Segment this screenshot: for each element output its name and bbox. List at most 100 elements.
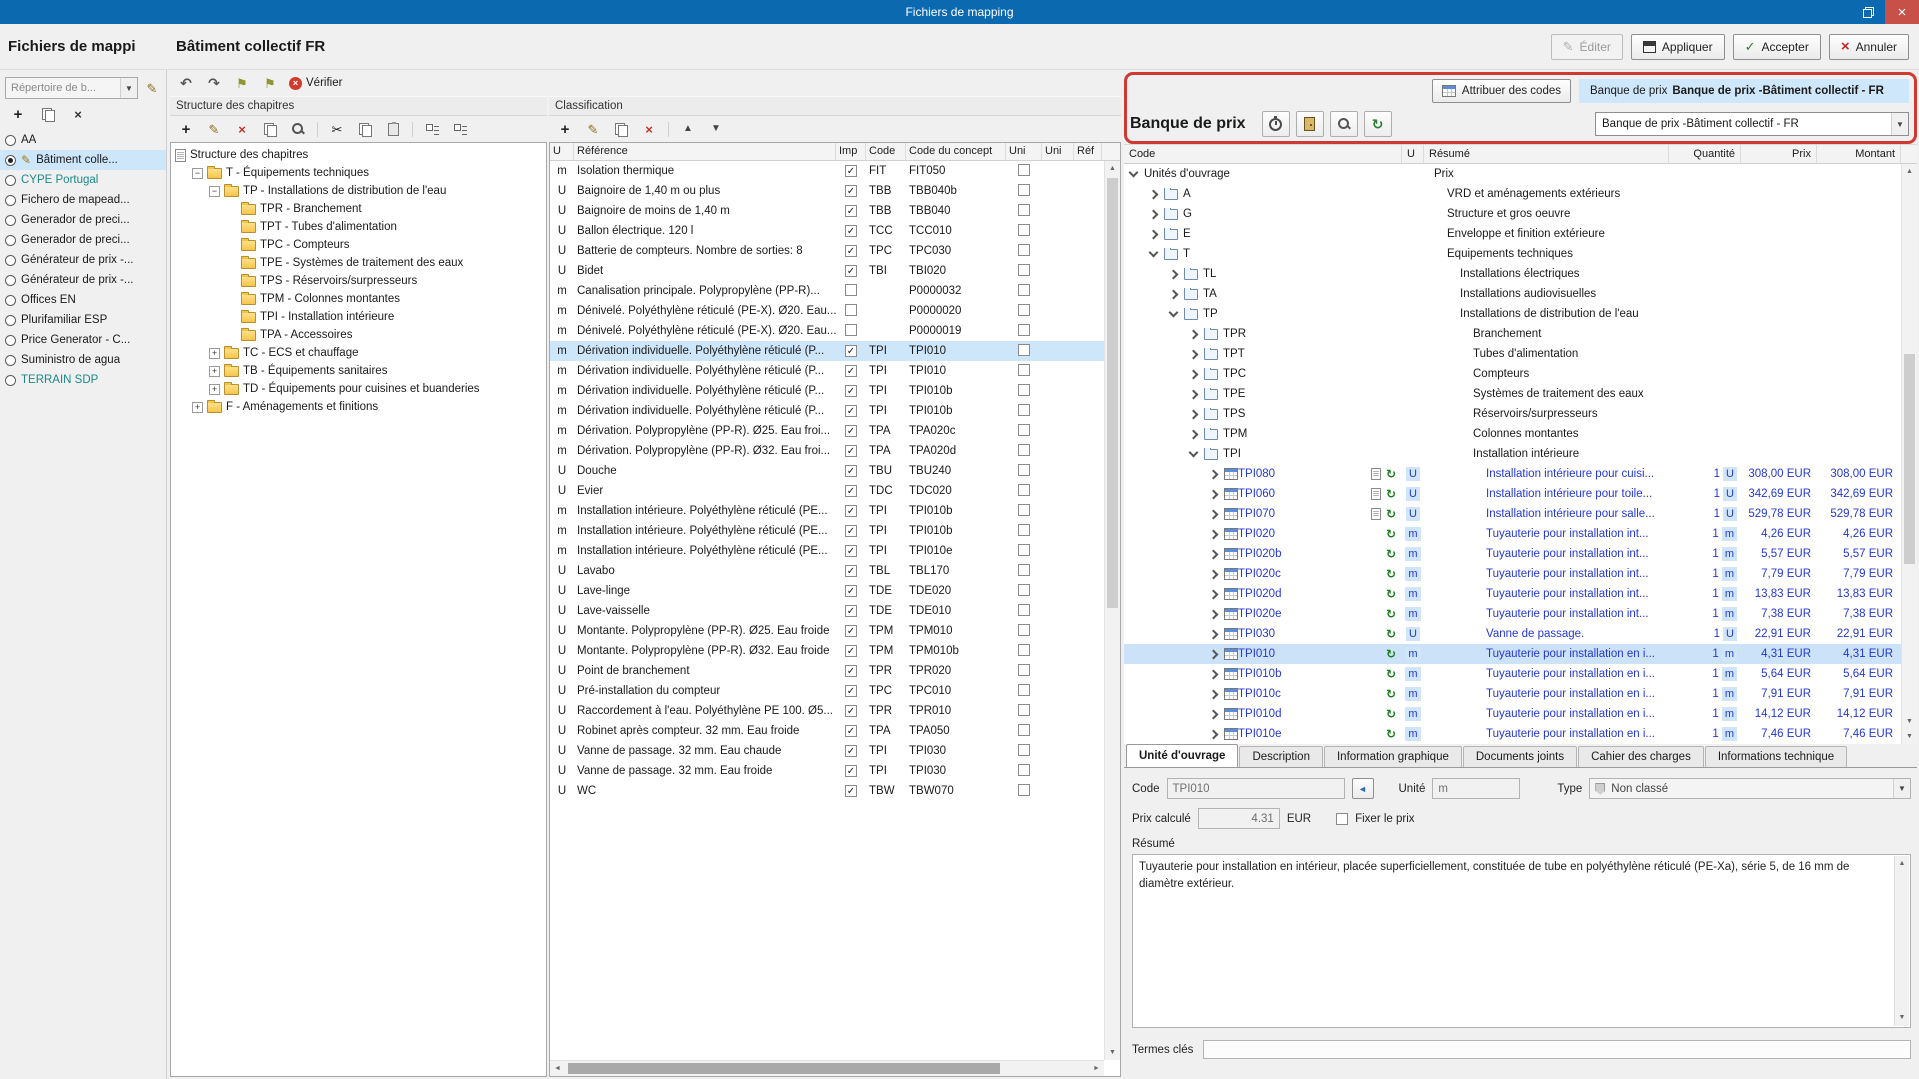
radio-icon[interactable] [5, 215, 16, 226]
uni-checkbox[interactable] [1018, 204, 1030, 216]
expand-toggle-icon[interactable]: + [192, 402, 203, 413]
imp-checkbox[interactable]: ✓ [845, 425, 857, 437]
imp-checkbox[interactable] [845, 324, 857, 336]
uni-checkbox[interactable] [1018, 164, 1030, 176]
radio-icon[interactable] [5, 195, 16, 206]
tree-node[interactable]: TPI - Installation intérieure [171, 308, 546, 326]
imp-checkbox[interactable]: ✓ [845, 625, 857, 637]
imp-checkbox[interactable]: ✓ [845, 505, 857, 517]
chevron-right-icon[interactable] [1209, 469, 1219, 479]
imp-checkbox[interactable]: ✓ [845, 205, 857, 217]
copy-button[interactable] [356, 120, 374, 138]
chevron-right-icon[interactable] [1189, 389, 1199, 399]
radio-icon[interactable] [5, 175, 16, 186]
radio-icon[interactable] [5, 255, 16, 266]
edit-directory-button[interactable]: ✎ [143, 79, 161, 97]
radio-icon[interactable] [5, 355, 16, 366]
price-folder-row[interactable]: TPMColonnes montantes [1124, 424, 1901, 444]
sidebar-item[interactable]: Offices EN [0, 290, 166, 310]
uni-checkbox[interactable] [1018, 264, 1030, 276]
sidebar-item[interactable]: Price Generator - C... [0, 330, 166, 350]
radio-icon[interactable] [5, 235, 16, 246]
classification-row[interactable]: UBatterie de compteurs. Nombre de sortie… [550, 241, 1104, 261]
uni-checkbox[interactable] [1018, 744, 1030, 756]
column-header[interactable]: Quantité [1669, 145, 1741, 163]
horizontal-scrollbar[interactable]: ◄ ► [550, 1060, 1104, 1076]
resume-field[interactable]: Tuyauterie pour installation en intérieu… [1132, 854, 1911, 1028]
scroll-right-arrow[interactable]: ► [1089, 1061, 1104, 1076]
classification-row[interactable]: UWC✓TBWTBW070 [550, 781, 1104, 801]
radio-icon[interactable] [5, 315, 16, 326]
classification-row[interactable]: mInstallation intérieure. Polyéthylène r… [550, 501, 1104, 521]
price-item-row[interactable]: TPI070↻UInstallation intérieure pour sal… [1124, 504, 1901, 524]
uni-checkbox[interactable] [1018, 624, 1030, 636]
classification-row[interactable]: UBaignoire de moins de 1,40 m✓TBBTBB040 [550, 201, 1104, 221]
radio-icon[interactable] [5, 295, 16, 306]
uni-checkbox[interactable] [1018, 564, 1030, 576]
uni-checkbox[interactable] [1018, 584, 1030, 596]
scrollbar-thumb[interactable] [1107, 178, 1118, 608]
imp-checkbox[interactable] [845, 304, 857, 316]
radio-icon[interactable] [5, 375, 16, 386]
classification-row[interactable]: mInstallation intérieure. Polyéthylène r… [550, 521, 1104, 541]
classification-row[interactable]: mCanalisation principale. Polypropylène … [550, 281, 1104, 301]
vertical-scrollbar[interactable]: ▲ ▼ ▼ [1901, 164, 1917, 744]
uni-checkbox[interactable] [1018, 324, 1030, 336]
sidebar-item[interactable]: Generador de preci... [0, 210, 166, 230]
radio-icon[interactable] [5, 135, 16, 146]
edit-chapter-button[interactable]: ✎ [205, 120, 223, 138]
price-folder-row[interactable]: TPCCompteurs [1124, 364, 1901, 384]
imp-checkbox[interactable]: ✓ [845, 705, 857, 717]
imp-checkbox[interactable]: ✓ [845, 365, 857, 377]
uni-checkbox[interactable] [1018, 664, 1030, 676]
imp-checkbox[interactable]: ✓ [845, 545, 857, 557]
price-folder-row[interactable]: TPTTubes d'alimentation [1124, 344, 1901, 364]
price-folder-row[interactable]: Unités d'ouvragePrix [1124, 164, 1901, 184]
uni-checkbox[interactable] [1018, 764, 1030, 776]
scroll-up-arrow[interactable]: ▲ [1902, 164, 1917, 179]
classification-row[interactable]: ULave-linge✓TDETDE020 [550, 581, 1104, 601]
price-folder-row[interactable]: TPRBranchement [1124, 324, 1901, 344]
sidebar-item[interactable]: TERRAIN SDP [0, 370, 166, 390]
detail-tab[interactable]: Unité d'ouvrage [1126, 744, 1238, 767]
chevron-right-icon[interactable] [1209, 709, 1219, 719]
refresh-bank-button[interactable]: ↻ [1364, 111, 1392, 137]
detail-tab[interactable]: Information graphique [1324, 746, 1462, 767]
classification-row[interactable]: UÉvier✓TDCTDC020 [550, 481, 1104, 501]
classification-row[interactable]: UPoint de branchement✓TPRTPR020 [550, 661, 1104, 681]
uni-checkbox[interactable] [1018, 544, 1030, 556]
chevron-right-icon[interactable] [1209, 729, 1219, 739]
price-item-row[interactable]: TPI010c↻mTuyauterie pour installation en… [1124, 684, 1901, 704]
search-chapter-button[interactable] [289, 120, 307, 138]
sidebar-item[interactable]: AA [0, 130, 166, 150]
imp-checkbox[interactable]: ✓ [845, 445, 857, 457]
tree-node[interactable]: TPS - Réservoirs/surpresseurs [171, 272, 546, 290]
imp-checkbox[interactable]: ✓ [845, 665, 857, 677]
assign-codes-button[interactable]: Attribuer des codes [1432, 79, 1571, 103]
price-item-row[interactable]: TPI080↻UInstallation intérieure pour cui… [1124, 464, 1901, 484]
chevron-down-icon[interactable] [1189, 448, 1199, 457]
chevron-down-icon[interactable] [1129, 168, 1139, 177]
delete-row-button[interactable]: × [640, 120, 658, 138]
tree-node[interactable]: −TP - Installations de distribution de l… [171, 182, 546, 200]
restore-button[interactable] [1851, 0, 1885, 24]
uni-checkbox[interactable] [1018, 284, 1030, 296]
fix-price-checkbox[interactable] [1336, 813, 1348, 825]
chevron-right-icon[interactable] [1209, 669, 1219, 679]
search-bank-button[interactable] [1330, 111, 1358, 137]
radio-icon[interactable] [5, 275, 16, 286]
expand-toggle-icon[interactable]: + [209, 348, 220, 359]
imp-checkbox[interactable]: ✓ [845, 405, 857, 417]
tree-node[interactable]: −T - Équipements techniques [171, 164, 546, 182]
paste-button[interactable] [384, 120, 402, 138]
chevron-right-icon[interactable] [1189, 349, 1199, 359]
classification-row[interactable]: UMontante. Polypropylène (PP-R). Ø25. Ea… [550, 621, 1104, 641]
cut-button[interactable]: ✂ [328, 120, 346, 138]
classification-row[interactable]: mDénivelé. Polyéthylène réticulé (PE-X).… [550, 321, 1104, 341]
classification-row[interactable]: UMontante. Polypropylène (PP-R). Ø32. Ea… [550, 641, 1104, 661]
classification-row[interactable]: URobinet après compteur. 32 mm. Eau froi… [550, 721, 1104, 741]
price-folder-row[interactable]: EEnveloppe et finition extérieure [1124, 224, 1901, 244]
uni-checkbox[interactable] [1018, 224, 1030, 236]
price-item-row[interactable]: TPI020e↻mTuyauterie pour installation in… [1124, 604, 1901, 624]
tree-node[interactable]: TPC - Compteurs [171, 236, 546, 254]
